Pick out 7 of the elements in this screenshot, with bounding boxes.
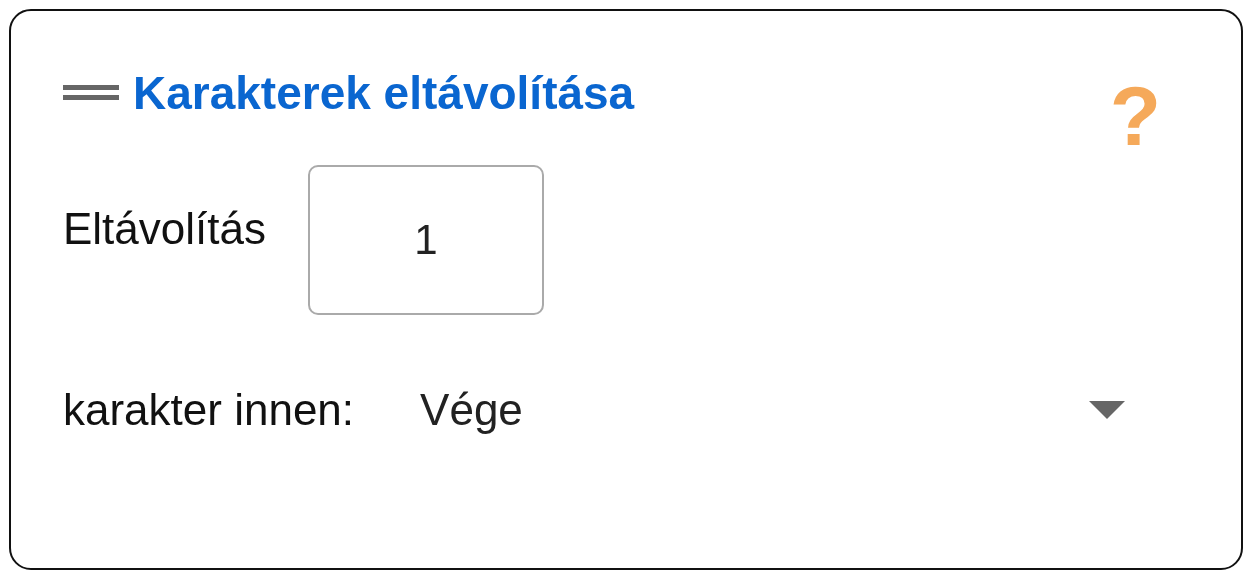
field-label: Eltávolítás: [63, 204, 266, 254]
field-label: karakter innen:: [63, 385, 355, 435]
drag-handle-icon[interactable]: [63, 83, 119, 103]
section-title: Karakterek eltávolítása: [133, 66, 635, 120]
caret-icon: [1089, 401, 1125, 419]
number-input[interactable]: 1: [308, 165, 544, 315]
position-dropdown[interactable]: Vége: [420, 385, 1161, 435]
